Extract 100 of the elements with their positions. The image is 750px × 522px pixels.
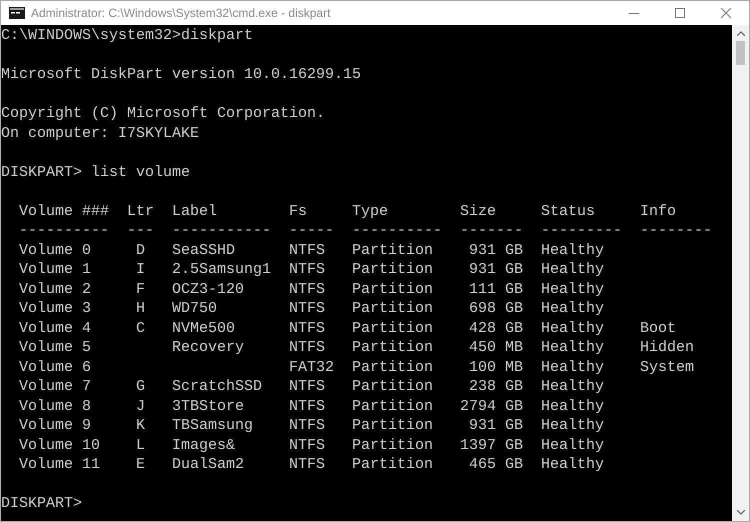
header-rule: -------	[460, 221, 524, 240]
table-cell-text: Volume 9	[19, 416, 92, 436]
table-cell-text: C	[134, 318, 146, 338]
table-cell: 1397 GB	[460, 436, 524, 455]
scrollbar-thumb[interactable]	[736, 41, 745, 65]
command-prompt: C:\WINDOWS\system32>diskpart	[1, 27, 254, 44]
table-cell-text: 428 GB	[468, 318, 524, 338]
maximize-icon	[675, 8, 685, 18]
table-cell-text: Healthy	[541, 455, 606, 474]
table-cell-text: Hidden	[640, 338, 696, 358]
table-cell-text: Boot	[640, 318, 678, 338]
table-cell-text: 465 GB	[468, 455, 524, 474]
table-cell: FAT32	[289, 358, 334, 377]
table-cell-text: Recovery	[172, 338, 246, 358]
table-cell-text: NTFS	[289, 299, 326, 318]
table-cell-text: WD750	[172, 299, 218, 318]
table-cell-text: Partition	[352, 377, 434, 396]
header-rule: -----	[289, 221, 334, 240]
table-cell-text: TBSamsung	[172, 416, 254, 436]
table-cell-text: NTFS	[289, 260, 326, 280]
table-cell-text: Volume 11	[19, 455, 102, 474]
table-cell-text: Healthy	[541, 240, 606, 260]
column-header: Label	[172, 202, 218, 221]
column-header: Info	[640, 202, 678, 221]
table-cell: 2794 GB	[460, 396, 524, 416]
table-cell-text: DualSam2	[172, 455, 246, 474]
table-cell-text: G	[134, 377, 146, 396]
window-title: Administrator: C:\Windows\System32\cmd.exe - diskpart	[31, 5, 330, 22]
header-rule: --------	[640, 221, 712, 240]
table-cell-text: Volume 5	[19, 338, 92, 358]
table-cell-text: D	[134, 240, 146, 260]
scroll-down-icon[interactable]	[736, 510, 744, 515]
table-cell-text: Partition	[352, 396, 434, 416]
scroll-up-icon[interactable]	[736, 31, 744, 36]
table-cell-text: Healthy	[541, 416, 606, 436]
table-cell-text: SeaSSHD	[172, 240, 236, 260]
table-cell-text: Partition	[352, 318, 434, 338]
table-cell-text: 238 GB	[468, 377, 524, 396]
table-cell-text: Partition	[352, 358, 434, 377]
command-line: DISKPART> list volume	[1, 164, 190, 180]
header-rule: ---	[127, 221, 154, 240]
table-cell-text: E	[134, 455, 146, 474]
table-cell-text: Healthy	[541, 338, 606, 358]
table-cell-text: 100 MB	[468, 358, 524, 377]
table-cell-text: L	[134, 436, 146, 455]
table-cell: 2.5Samsung1	[172, 260, 272, 280]
table-cell-text: NTFS	[289, 280, 326, 299]
close-icon	[721, 8, 731, 18]
table-cell-text: Volume 3	[19, 299, 92, 318]
table-cell-text: ScratchSSD	[172, 377, 264, 396]
column-header: Type	[352, 202, 390, 221]
column-header: Status	[541, 202, 596, 221]
table-cell-text: 3TBStore	[172, 396, 246, 416]
header-rule: ----------	[19, 221, 109, 240]
table-cell-text: NTFS	[289, 455, 326, 474]
column-header: Fs	[289, 202, 308, 221]
table-cell-text: NTFS	[289, 377, 326, 396]
column-header: Size	[460, 202, 498, 221]
table-cell-text: Volume 4	[19, 318, 92, 338]
table-cell-text: 111 GB	[468, 280, 524, 299]
table-cell-text: Volume 7	[19, 377, 92, 396]
table-cell-text: Healthy	[541, 318, 606, 338]
table-cell-text: Partition	[352, 436, 434, 455]
table-cell-text: Healthy	[541, 260, 606, 280]
table-cell-text: Volume 10	[19, 436, 102, 455]
table-cell-text: NVMe500	[172, 318, 236, 338]
table-cell-text: Healthy	[541, 377, 606, 396]
version-line: Microsoft DiskPart version 10.0.16299.15	[1, 66, 362, 83]
header-rule: ----------	[352, 221, 442, 240]
table-cell-text: Volume 0	[19, 240, 92, 260]
table-cell-text: Healthy	[541, 280, 606, 299]
table-cell-text: Images&	[172, 436, 236, 455]
scrollbar[interactable]	[732, 25, 749, 521]
table-cell-text: Healthy	[541, 299, 606, 318]
column-header: Volume ###	[19, 202, 109, 221]
table-cell-text: 698 GB	[468, 299, 524, 318]
table-cell-text: Volume 1	[19, 260, 92, 280]
table-cell-text: F	[134, 280, 146, 299]
table-cell-text: Partition	[352, 299, 434, 318]
table-cell-text: NTFS	[289, 318, 326, 338]
table-cell-text: Volume 2	[19, 280, 92, 299]
copyright-line: Copyright (C) Microsoft Corporation.	[1, 105, 326, 122]
command-prompt: DISKPART>	[1, 495, 82, 512]
minimize-icon	[629, 12, 639, 14]
table-cell-text: Partition	[352, 260, 434, 280]
table-cell-text: Healthy	[541, 396, 606, 416]
column-header: Ltr	[127, 202, 154, 221]
table-cell-text: Volume 8	[19, 396, 92, 416]
table-cell-text: Healthy	[541, 436, 606, 455]
table-cell-text: NTFS	[289, 416, 326, 436]
table-cell-text: Volume 6	[19, 358, 92, 377]
table-cell-text: 931 GB	[468, 416, 524, 436]
table-cell-text: NTFS	[289, 240, 326, 260]
table-cell-text: Partition	[352, 338, 434, 358]
table-cell-text: I	[134, 260, 146, 280]
table-cell-text: Healthy	[541, 358, 606, 377]
table-cell-text: NTFS	[289, 338, 326, 358]
table-cell-text: K	[134, 416, 146, 436]
table-cell-text: NTFS	[289, 436, 326, 455]
header-rule: -----------	[172, 221, 272, 240]
